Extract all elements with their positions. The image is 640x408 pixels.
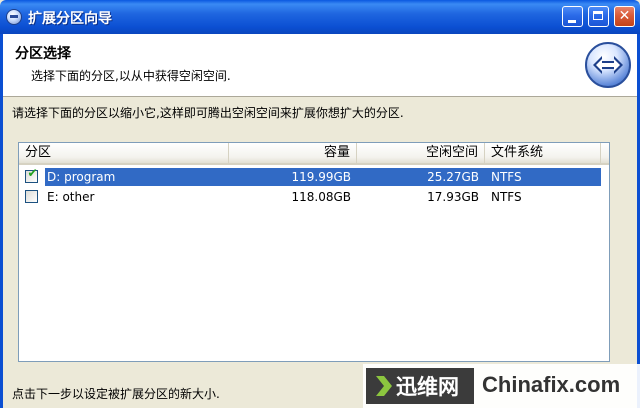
- partition-name: E: other: [47, 190, 95, 204]
- watermark-site: Chinafix.com: [482, 372, 621, 397]
- wizard-header: 分区选择 选择下面的分区,以从中获得空闲空间.: [3, 34, 637, 97]
- instruction-text: 请选择下面的分区以缩小它,这样即可腾出空闲空间来扩展你想扩大的分区.: [12, 106, 404, 120]
- maximize-button[interactable]: [588, 6, 609, 27]
- page-subtitle: 选择下面的分区,以从中获得空闲空间.: [31, 69, 231, 83]
- column-file-system[interactable]: 文件系统: [485, 143, 601, 163]
- row-checkbox[interactable]: ✔: [25, 166, 38, 183]
- column-partition[interactable]: 分区: [19, 143, 229, 163]
- checkbox-checked-icon: ✔: [27, 166, 38, 180]
- partition-name: D: program: [47, 170, 116, 184]
- list-header: 分区 容量 空闲空间 文件系统: [19, 143, 609, 165]
- footer-hint: 点击下一步以设定被扩展分区的新大小.: [12, 387, 220, 401]
- partition-file-system: NTFS: [491, 170, 522, 184]
- column-capacity[interactable]: 容量: [229, 143, 357, 163]
- window-title: 扩展分区向导: [28, 11, 112, 27]
- app-disk-icon: [6, 9, 22, 25]
- minimize-button[interactable]: [562, 6, 583, 27]
- partition-free-space: 17.93GB: [427, 190, 479, 204]
- watermark-brand: 迅维网: [396, 375, 459, 399]
- expand-arrows-icon: [585, 42, 631, 88]
- watermark-chevron-icon: [376, 376, 392, 396]
- partition-list[interactable]: 分区 容量 空闲空间 文件系统 ✔ D: program 119.99GB 25…: [18, 142, 610, 362]
- partition-row[interactable]: ✔ D: program 119.99GB 25.27GB NTFS: [19, 167, 609, 187]
- partition-file-system: NTFS: [491, 190, 522, 204]
- partition-row[interactable]: E: other 118.08GB 17.93GB NTFS: [19, 187, 609, 207]
- partition-free-space: 25.27GB: [427, 170, 479, 184]
- close-icon: ✕: [618, 8, 631, 24]
- partition-capacity: 118.08GB: [291, 190, 351, 204]
- column-free-space[interactable]: 空闲空间: [357, 143, 485, 163]
- row-checkbox[interactable]: [25, 190, 38, 203]
- page-title: 分区选择: [15, 46, 71, 62]
- title-bar[interactable]: 扩展分区向导 ✕: [0, 0, 640, 34]
- close-button[interactable]: ✕: [614, 6, 635, 27]
- partition-capacity: 119.99GB: [291, 170, 351, 184]
